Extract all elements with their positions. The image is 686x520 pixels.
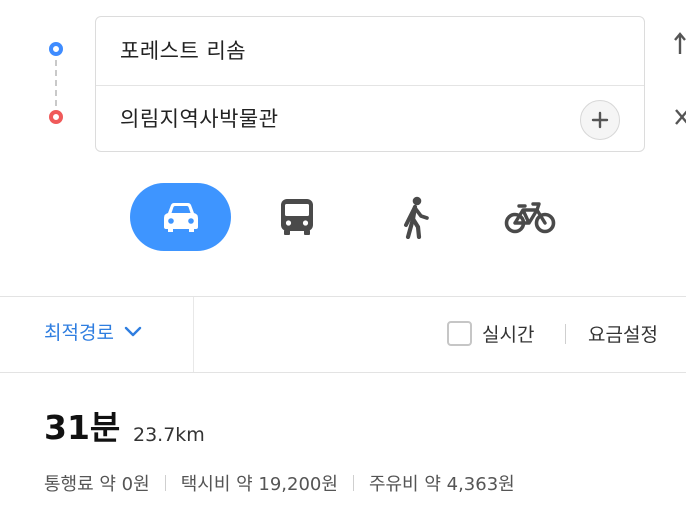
- chevron-down-icon: [124, 326, 142, 336]
- bus-icon: [281, 199, 313, 235]
- route-input-box: 포레스트 리솜 의림지역사박물관: [95, 16, 645, 152]
- add-waypoint-button[interactable]: [580, 100, 620, 140]
- fare-summary: 통행료 약 0원 택시비 약 19,200원 주유비 약 4,363원: [44, 470, 515, 496]
- toll-fee: 통행료 약 0원: [44, 474, 150, 495]
- separator: [164, 475, 166, 491]
- destination-dot-icon: [49, 110, 63, 124]
- origin-text: 포레스트 리솜: [120, 39, 247, 63]
- options-divider: [193, 297, 194, 373]
- taxi-fare: 택시비 약 19,200원: [180, 474, 338, 495]
- fuel-cost: 주유비 약 4,363원: [368, 474, 515, 495]
- mode-bike-button[interactable]: [495, 183, 565, 251]
- swap-arrows-icon: [674, 32, 686, 54]
- origin-dot-icon: [49, 42, 63, 56]
- fare-setting-button[interactable]: 요금설정: [588, 320, 658, 347]
- destination-field[interactable]: 의림지역사박물관: [96, 85, 644, 153]
- plus-icon: [591, 111, 609, 129]
- close-icon: [675, 109, 686, 125]
- route-type-label: 최적경로: [44, 322, 114, 344]
- origin-field[interactable]: 포레스트 리솜: [96, 17, 644, 86]
- separator: [352, 475, 354, 491]
- route-duration: 31분: [44, 408, 121, 447]
- separator: [565, 324, 566, 344]
- swap-button[interactable]: [674, 30, 686, 60]
- section-divider: [0, 372, 686, 373]
- mode-walk-button[interactable]: [380, 183, 450, 251]
- bicycle-icon: [504, 202, 556, 234]
- route-distance: 23.7km: [133, 424, 205, 446]
- route-connector: [55, 60, 57, 106]
- mode-bus-button[interactable]: [262, 183, 332, 251]
- realtime-checkbox[interactable]: [447, 321, 472, 346]
- route-type-dropdown[interactable]: 최적경로: [44, 318, 142, 345]
- car-icon: [163, 203, 198, 232]
- destination-text: 의림지역사박물관: [120, 107, 279, 131]
- section-divider: [0, 296, 686, 297]
- close-button[interactable]: [674, 104, 686, 134]
- mode-car-button[interactable]: [130, 183, 231, 251]
- walking-person-icon: [404, 196, 429, 239]
- realtime-toggle[interactable]: 실시간: [447, 320, 534, 347]
- realtime-label: 실시간: [482, 324, 535, 346]
